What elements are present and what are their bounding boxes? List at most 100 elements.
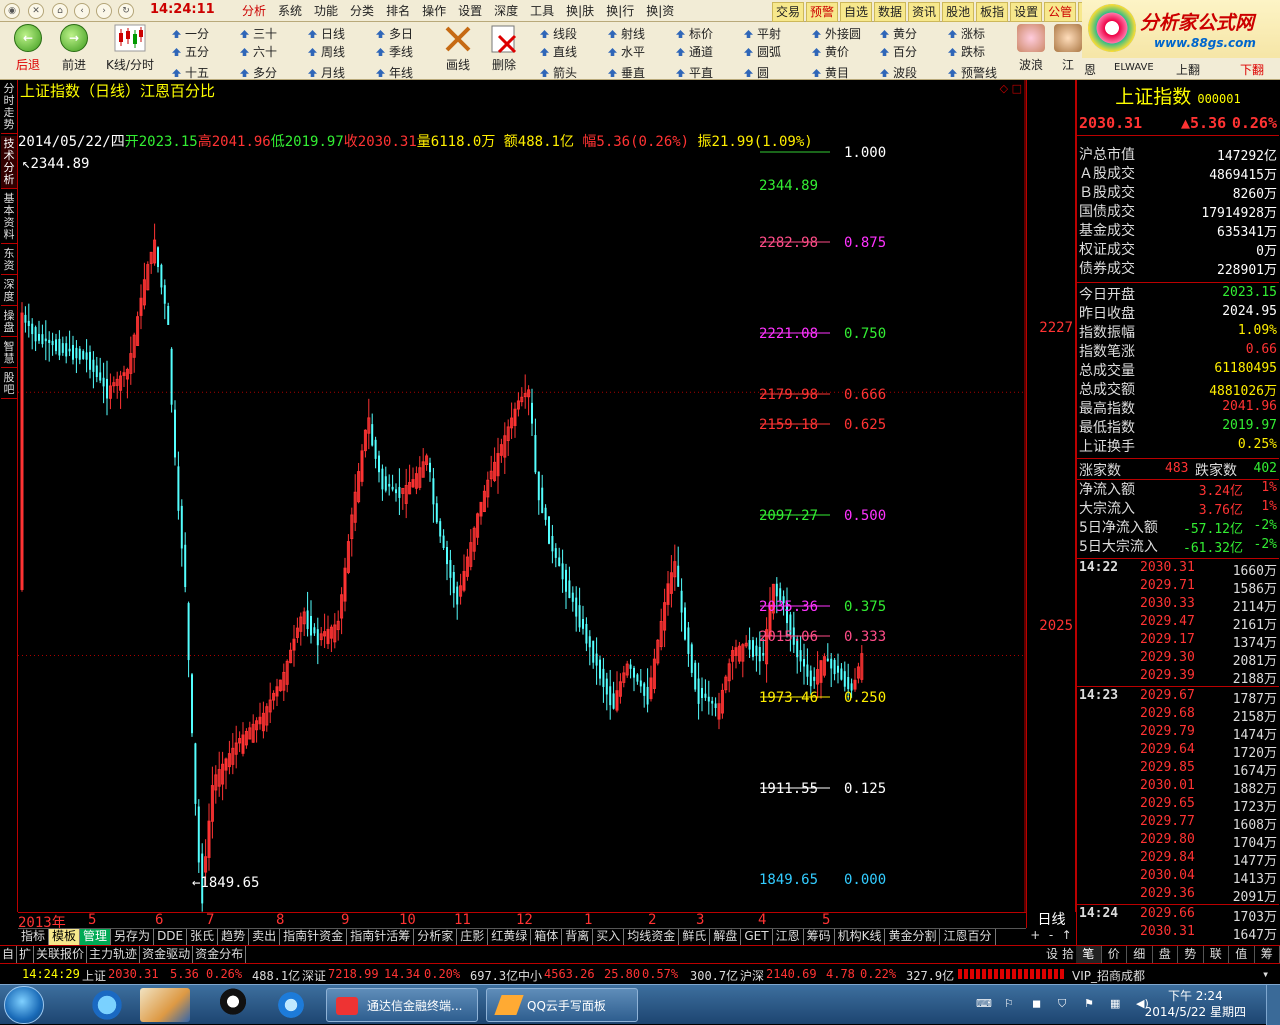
rtab-book[interactable]: 盘	[1153, 946, 1179, 963]
btab-expand[interactable]: 扩	[17, 946, 34, 963]
tool-percent[interactable]: 百分	[880, 43, 917, 60]
kline-chart-area[interactable]: 1.0002344.892282.980.8752221.080.7502179…	[18, 80, 1026, 912]
tool-wave-band[interactable]: 波段	[880, 64, 917, 81]
gann-label-2[interactable]: 恩	[1084, 61, 1096, 78]
period-daily[interactable]: 日线	[308, 25, 345, 42]
vtab-forum[interactable]: 股吧	[1, 370, 17, 399]
tool-golden-price[interactable]: 黄价	[812, 43, 849, 60]
back-button[interactable]: ← 后退	[8, 24, 48, 73]
close-small-icon[interactable]: ✕	[28, 3, 44, 19]
gann-button[interactable]: 江	[1054, 24, 1082, 73]
menu-item[interactable]: 操作	[416, 2, 452, 20]
tab-settings[interactable]: 设置	[1010, 2, 1042, 22]
tool-arrow[interactable]: 箭头	[540, 64, 577, 81]
tool-line[interactable]: 直线	[540, 43, 577, 60]
indtab[interactable]: 江恩	[773, 929, 804, 945]
keyboard-icon[interactable]: ⌨	[976, 997, 992, 1010]
indtab[interactable]: 黄金分割	[885, 929, 940, 945]
period-5min[interactable]: 五分	[172, 43, 209, 60]
rtab-chips[interactable]: 筹	[1255, 946, 1280, 963]
menu-item[interactable]: 分类	[344, 2, 380, 20]
candlestick-svg[interactable]: 1.0002344.892282.980.8752221.080.7502179…	[18, 80, 1026, 912]
menu-item[interactable]: 分析	[236, 2, 272, 20]
btab-self[interactable]: 自	[0, 946, 17, 963]
kline-toggle-button[interactable]: K线/分时	[102, 24, 158, 73]
indtab[interactable]: 箱体	[531, 929, 562, 945]
vtab-trade[interactable]: 操盘	[1, 308, 17, 337]
next-icon[interactable]: ›	[96, 3, 112, 19]
tab-sector[interactable]: 板指	[976, 2, 1008, 22]
taskbar-clock[interactable]: 下午 2:242014/5/22 星期四	[1145, 988, 1246, 1020]
home-icon[interactable]: ⌂	[52, 3, 68, 19]
tool-price-mark[interactable]: 标价	[676, 25, 713, 42]
rtab-value[interactable]: 值	[1229, 946, 1255, 963]
tool-circle[interactable]: 圆	[744, 64, 769, 81]
menu-item[interactable]: 设置	[452, 2, 488, 20]
vtab-technical[interactable]: 技术分析	[1, 136, 17, 189]
delete-line-button[interactable]: 删除	[486, 24, 522, 73]
period-weekly[interactable]: 周线	[308, 43, 345, 60]
indtab[interactable]: 机构K线	[835, 929, 886, 945]
period-multimin[interactable]: 多分	[240, 64, 277, 81]
tab-data[interactable]: 数据	[874, 2, 906, 22]
tab-news[interactable]: 资讯	[908, 2, 940, 22]
period-yearly[interactable]: 年线	[376, 64, 413, 81]
menu-item[interactable]: 工具	[524, 2, 560, 20]
ie-icon[interactable]	[82, 988, 132, 1022]
window-menu-icon[interactable]: ◉	[4, 3, 20, 19]
period-30min[interactable]: 三十	[240, 25, 277, 42]
period-quarterly[interactable]: 季线	[376, 43, 413, 60]
forward-button[interactable]: → 前进	[54, 24, 94, 73]
indtab[interactable]: 筹码	[804, 929, 835, 945]
btab-fund-drive[interactable]: 资金驱动	[140, 946, 193, 963]
rtab-trend[interactable]: 势	[1178, 946, 1204, 963]
indtab[interactable]: 背离	[562, 929, 593, 945]
indtab[interactable]: 均线资金	[624, 929, 679, 945]
btab-settings[interactable]: 设	[1044, 946, 1060, 963]
period-monthly[interactable]: 月线	[308, 64, 345, 81]
vtab-dongzi[interactable]: 东资	[1, 246, 17, 275]
menu-item[interactable]: 功能	[308, 2, 344, 20]
vtab-wisdom[interactable]: 智慧	[1, 339, 17, 368]
tab-watchlist[interactable]: 自选	[840, 2, 872, 22]
vtab-depth[interactable]: 深度	[1, 277, 17, 306]
shield-icon[interactable]: ⛉	[1058, 997, 1066, 1011]
tool-segment[interactable]: 线段	[540, 25, 577, 42]
tool-channel[interactable]: 通道	[676, 43, 713, 60]
tool-flat-ray[interactable]: 平射	[744, 25, 781, 42]
indtab-template[interactable]: 模板	[49, 929, 80, 945]
rtab-ticks[interactable]: 笔	[1076, 946, 1102, 963]
menu-item[interactable]: 换|行	[600, 2, 640, 20]
indtab[interactable]: DDE	[154, 929, 187, 945]
indtab[interactable]: GET	[741, 929, 772, 945]
draw-line-button[interactable]: 画线	[440, 24, 476, 73]
tool-flat-line[interactable]: 平直	[676, 64, 713, 81]
network-icon[interactable]: ▦	[1110, 997, 1120, 1010]
rtab-link[interactable]: 联	[1204, 946, 1230, 963]
tool-up-mark[interactable]: 涨标	[948, 25, 985, 42]
tool-golden-target[interactable]: 黄目	[812, 64, 849, 81]
elwave-button[interactable]: ELWAVE	[1114, 62, 1154, 73]
indtab[interactable]: 趋势	[218, 929, 249, 945]
menu-item[interactable]: 系统	[272, 2, 308, 20]
zoom-out-button[interactable]: -	[1049, 928, 1053, 945]
flag-icon[interactable]: ⚑	[1084, 997, 1094, 1010]
page-down-button[interactable]: 下翻	[1240, 61, 1264, 78]
indtab[interactable]: 解盘	[710, 929, 741, 945]
indtab[interactable]: 指南针活筹	[347, 929, 414, 945]
bird-app-icon[interactable]	[266, 988, 316, 1022]
period-60min[interactable]: 六十	[240, 43, 277, 60]
tab-alert[interactable]: 预警	[806, 2, 838, 22]
status-dropdown-icon[interactable]: ▾	[1262, 967, 1269, 981]
indtab[interactable]: 指标	[18, 929, 49, 945]
menu-item[interactable]: 换|资	[640, 2, 680, 20]
tool-down-mark[interactable]: 跌标	[948, 43, 985, 60]
tool-horizontal[interactable]: 水平	[608, 43, 645, 60]
page-up-button[interactable]: 上翻	[1176, 61, 1200, 78]
indtab[interactable]: 指南针资金	[280, 929, 347, 945]
indtab[interactable]: 江恩百分	[940, 929, 995, 945]
vtab-fundamental[interactable]: 基本资料	[1, 191, 17, 244]
indtab[interactable]: 买入	[593, 929, 624, 945]
tool-alert-line[interactable]: 预警线	[948, 64, 997, 81]
indtab[interactable]: 另存为	[111, 929, 154, 945]
